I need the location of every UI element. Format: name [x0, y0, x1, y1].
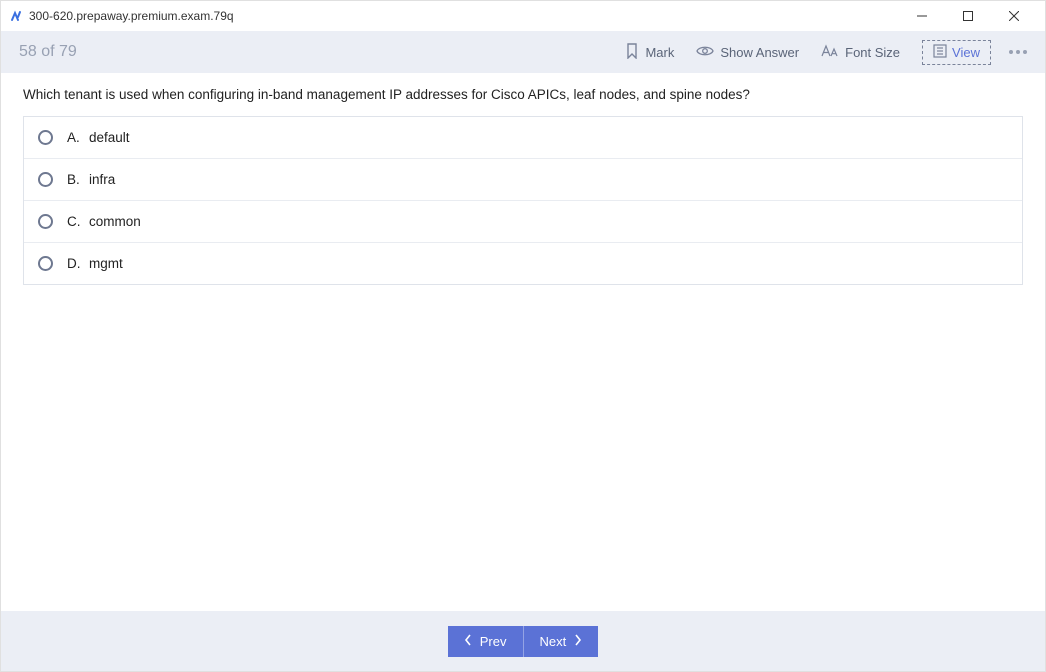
answer-option[interactable]: C. common: [24, 201, 1022, 243]
footer-bar: Prev Next: [1, 611, 1045, 671]
view-icon: [933, 44, 947, 61]
next-label: Next: [540, 634, 567, 649]
maximize-button[interactable]: [945, 1, 991, 31]
next-button[interactable]: Next: [524, 626, 599, 657]
answer-option[interactable]: A. default: [24, 117, 1022, 159]
radio-icon: [38, 256, 53, 271]
answer-text: common: [89, 214, 141, 229]
answer-option[interactable]: D. mgmt: [24, 243, 1022, 284]
answer-letter: A.: [67, 130, 89, 145]
toolbar: 58 of 79 Mark Show Answer Font Size View: [1, 31, 1045, 73]
progress-indicator: 58 of 79: [19, 43, 77, 61]
show-answer-button[interactable]: Show Answer: [696, 45, 799, 60]
font-size-icon: [821, 44, 839, 61]
mark-button[interactable]: Mark: [625, 43, 674, 62]
radio-icon: [38, 172, 53, 187]
answer-text: mgmt: [89, 256, 123, 271]
answer-text: infra: [89, 172, 115, 187]
answer-option[interactable]: B. infra: [24, 159, 1022, 201]
window-title: 300-620.prepaway.premium.exam.79q: [29, 9, 234, 23]
app-icon: [9, 9, 23, 23]
more-menu-button[interactable]: [1009, 50, 1027, 54]
chevron-right-icon: [574, 634, 582, 649]
answer-list: A. default B. infra C. common D. mgmt: [23, 116, 1023, 285]
bookmark-icon: [625, 43, 639, 62]
prev-label: Prev: [480, 634, 507, 649]
app-window: 300-620.prepaway.premium.exam.79q 58 of …: [0, 0, 1046, 672]
question-text: Which tenant is used when configuring in…: [23, 87, 1023, 102]
prev-button[interactable]: Prev: [448, 626, 524, 657]
title-bar: 300-620.prepaway.premium.exam.79q: [1, 1, 1045, 31]
close-button[interactable]: [991, 1, 1037, 31]
radio-icon: [38, 214, 53, 229]
font-size-label: Font Size: [845, 45, 900, 60]
content-area: Which tenant is used when configuring in…: [1, 73, 1045, 611]
chevron-left-icon: [464, 634, 472, 649]
eye-icon: [696, 45, 714, 60]
view-button[interactable]: View: [922, 40, 991, 65]
answer-letter: C.: [67, 214, 89, 229]
minimize-button[interactable]: [899, 1, 945, 31]
view-label: View: [952, 45, 980, 60]
nav-group: Prev Next: [448, 626, 598, 657]
answer-text: default: [89, 130, 130, 145]
font-size-button[interactable]: Font Size: [821, 44, 900, 61]
answer-letter: D.: [67, 256, 89, 271]
answer-letter: B.: [67, 172, 89, 187]
mark-label: Mark: [645, 45, 674, 60]
radio-icon: [38, 130, 53, 145]
show-answer-label: Show Answer: [720, 45, 799, 60]
